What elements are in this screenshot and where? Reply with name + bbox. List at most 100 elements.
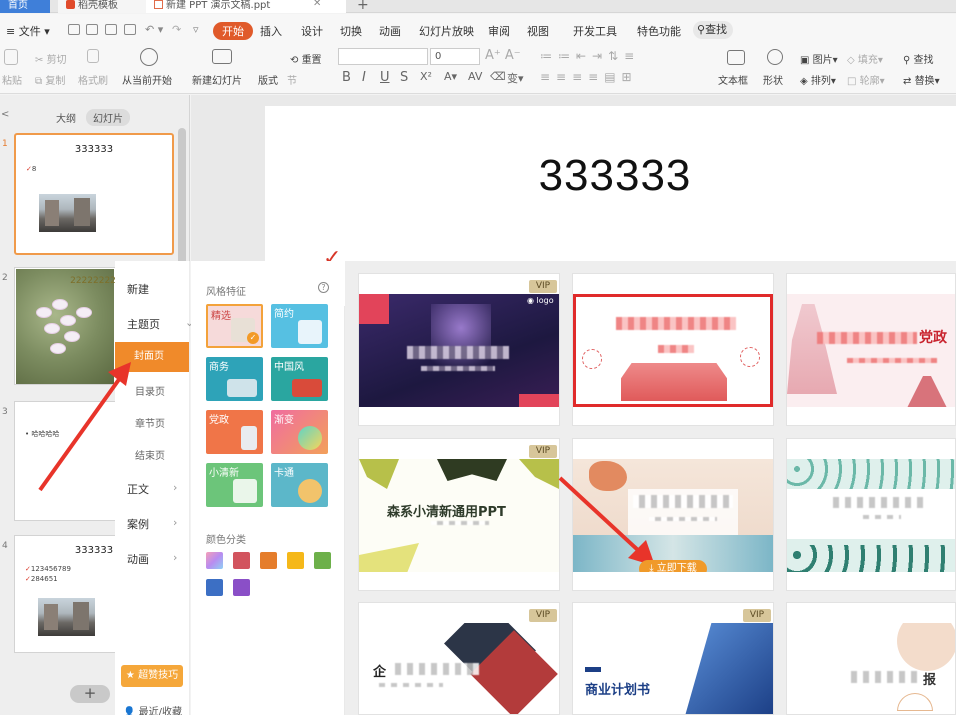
font-color-icon[interactable]: A▾ [444, 70, 457, 83]
textbox-button[interactable]: 文本框 [718, 72, 748, 87]
slides-view-tab[interactable]: 幻灯片 [86, 109, 130, 126]
strike-icon[interactable]: S [400, 70, 408, 85]
shape-icon[interactable] [767, 49, 783, 65]
menu-features[interactable]: 特色功能 [637, 23, 681, 39]
italic-icon[interactable]: I [362, 70, 366, 85]
tab-template[interactable]: 稻壳模板 [58, 0, 146, 13]
color-swatch-orange[interactable] [260, 552, 277, 569]
template-card-3[interactable]: 党政 [786, 273, 956, 426]
reset-button[interactable]: ⟲ 重置 [290, 51, 322, 66]
textbox-icon[interactable] [727, 50, 745, 65]
style-business[interactable]: 商务 [206, 357, 263, 401]
template-card-1[interactable]: VIP ◉ logo [358, 273, 560, 426]
slide-thumbnail-1[interactable]: 333333 ✓8 [14, 133, 174, 255]
style-party[interactable]: 党政 [206, 410, 263, 454]
font-size-field[interactable]: 0 [430, 48, 480, 65]
find-button[interactable]: ⚲ 查找 [903, 51, 934, 66]
nav-toc[interactable]: 目录页 [135, 383, 165, 398]
tab-home[interactable]: 首页 [0, 0, 50, 13]
search-box[interactable]: ⚲查找 [693, 21, 733, 39]
thumbnail-scrollbar[interactable] [178, 128, 186, 268]
menu-view[interactable]: 视图 [527, 23, 549, 39]
cut-button[interactable]: ✂ 剪切 [35, 51, 67, 66]
shape-button[interactable]: 形状 [763, 72, 783, 87]
nav-animation[interactable]: 动画 › [127, 551, 177, 567]
play-icon[interactable] [140, 48, 158, 66]
format-painter-button[interactable]: 格式刷 [78, 72, 108, 87]
export-pdf-icon[interactable] [86, 24, 98, 35]
bold-icon[interactable]: B [342, 70, 351, 85]
collapse-panel-icon[interactable]: < [1, 109, 9, 120]
outline-button[interactable]: □ 轮廓▾ [847, 72, 885, 87]
add-slide-button[interactable]: + [70, 685, 110, 703]
align-buttons-icon[interactable]: ≡≡≡≡▤⊞ [540, 70, 638, 84]
help-icon[interactable]: ? [318, 282, 329, 293]
customize-chevron-icon[interactable]: ▿ [193, 23, 199, 36]
menu-insert[interactable]: 插入 [260, 23, 282, 39]
menu-transition[interactable]: 切换 [340, 23, 362, 39]
template-card-4[interactable]: VIP 森系小清新通用PPT [358, 438, 560, 591]
close-tab-icon[interactable]: ✕ [313, 0, 321, 9]
template-card-5[interactable]: ⤓ 立即下载 [572, 438, 774, 591]
font-grow-icon[interactable]: A⁺ A⁻ [485, 48, 521, 63]
style-chinese[interactable]: 中国风 [271, 357, 328, 401]
nav-case[interactable]: 案例 › [127, 516, 177, 532]
layout-button[interactable]: 版式 [258, 72, 278, 87]
replace-button[interactable]: ⇄ 替换▾ [903, 72, 940, 87]
style-gradient[interactable]: 渐变 [271, 410, 328, 454]
paste-icon[interactable] [4, 49, 18, 65]
color-swatch-purple[interactable] [233, 579, 250, 596]
nav-theme[interactable]: 主题页 ⌄ [127, 316, 194, 332]
menu-review[interactable]: 审阅 [488, 23, 510, 39]
outline-view-tab[interactable]: 大纲 [56, 110, 76, 125]
print-icon[interactable] [105, 24, 117, 35]
char-spacing-icon[interactable]: AV [468, 70, 482, 83]
style-simple[interactable]: 简约 [271, 304, 328, 348]
template-card-9[interactable]: 报 [786, 602, 956, 715]
menu-developer[interactable]: 开发工具 [573, 23, 617, 39]
color-swatch-red[interactable] [233, 552, 250, 569]
color-swatch-gradient[interactable] [206, 552, 223, 569]
play-from-current-button[interactable]: 从当前开始 [122, 72, 172, 87]
fill-button[interactable]: ◇ 填充▾ [847, 51, 883, 66]
arrange-button[interactable]: ◈ 排列▾ [800, 72, 836, 87]
picture-button[interactable]: ▣ 图片▾ [800, 51, 838, 66]
redo-icon[interactable]: ↷ [172, 23, 181, 36]
template-card-6[interactable] [786, 438, 956, 591]
list-buttons-icon[interactable]: ≔≔⇤⇥⇅≡ [540, 49, 640, 63]
nav-chapter[interactable]: 章节页 [135, 415, 165, 430]
underline-icon[interactable]: U [380, 70, 390, 85]
copy-button[interactable]: ⧉ 复制 [35, 72, 65, 87]
template-card-7[interactable]: VIP 企 [358, 602, 560, 715]
tips-button[interactable]: ★ 超赞技巧 [121, 665, 183, 687]
font-name-field[interactable] [338, 48, 428, 65]
color-swatch-green[interactable] [314, 552, 331, 569]
nav-body[interactable]: 正文 › [127, 481, 177, 497]
print-preview-icon[interactable] [124, 24, 136, 35]
style-selected[interactable]: 精选 ✓ [206, 304, 263, 348]
template-card-8[interactable]: VIP 商业计划书 [572, 602, 774, 715]
menu-animation[interactable]: 动画 [379, 23, 401, 39]
color-swatch-blue[interactable] [206, 579, 223, 596]
new-tab-button[interactable]: + [357, 0, 369, 13]
clear-format-icon[interactable]: ⌫ [490, 70, 506, 83]
menu-file[interactable]: ≡ 文件 ▾ [6, 23, 50, 39]
menu-home[interactable]: 开始 [213, 22, 253, 40]
save-icon[interactable] [68, 24, 80, 35]
superscript-icon[interactable]: X² [420, 70, 432, 83]
style-cartoon[interactable]: 卡通 [271, 463, 328, 507]
download-now-button[interactable]: ⤓ 立即下载 [639, 560, 707, 572]
new-slide-button[interactable]: 新建幻灯片 [192, 72, 242, 87]
paste-button[interactable]: 粘贴 [2, 72, 22, 87]
style-fresh[interactable]: 小清新 [206, 463, 263, 507]
nav-new[interactable]: 新建 [127, 281, 149, 297]
recent-favorites-link[interactable]: 👤 最近/收藏 [123, 703, 182, 715]
slide-title[interactable]: 333333 [265, 151, 956, 201]
section-button[interactable]: 节 [287, 72, 297, 87]
nav-cover[interactable]: 封面页 [115, 342, 189, 372]
undo-icon[interactable]: ↶ ▾ [145, 23, 163, 36]
menu-design[interactable]: 设计 [301, 23, 323, 39]
format-painter-icon[interactable] [87, 49, 99, 63]
nav-ending[interactable]: 结束页 [135, 447, 165, 462]
text-effect-icon[interactable]: 变▾ [507, 70, 524, 86]
